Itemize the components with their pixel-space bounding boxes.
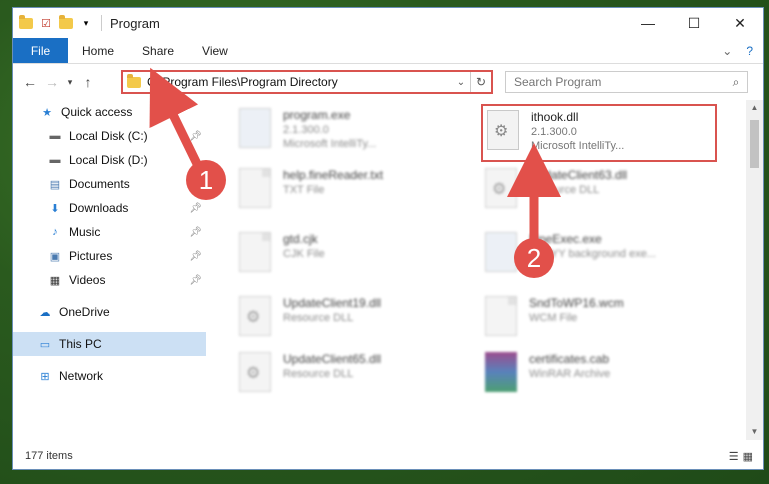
annotation-arrows xyxy=(149,67,561,245)
callout-1-badge: 1 xyxy=(186,160,226,200)
arrow-to-address-bar xyxy=(149,67,205,175)
callout-2-badge: 2 xyxy=(514,238,554,278)
